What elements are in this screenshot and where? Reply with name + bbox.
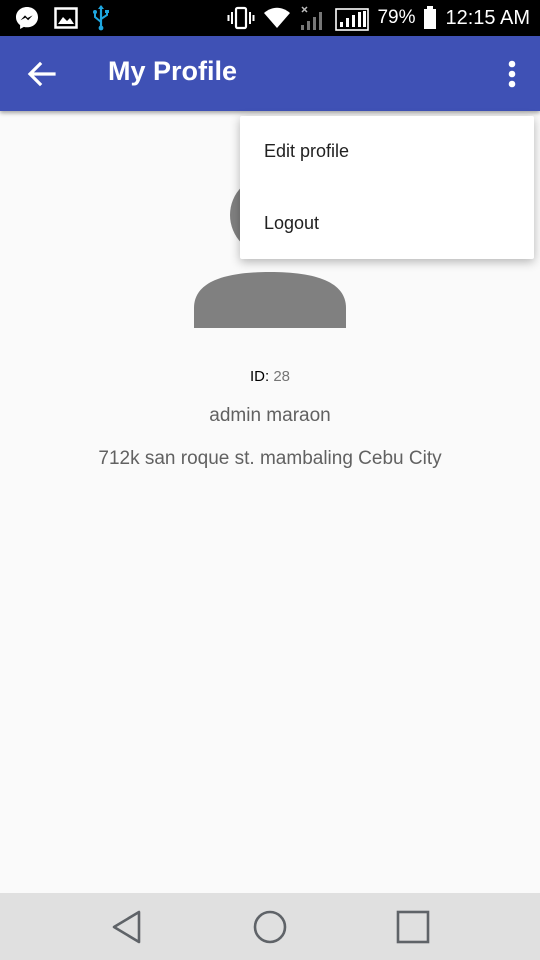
- status-left: [14, 5, 110, 31]
- page-title: My Profile: [108, 56, 238, 86]
- usb-icon: [93, 5, 109, 31]
- vibrate-icon: [227, 6, 255, 30]
- menu-item-edit-profile[interactable]: Edit profile: [240, 116, 534, 188]
- nav-back-button[interactable]: [107, 907, 147, 947]
- back-button[interactable]: [22, 54, 62, 94]
- menu-item-logout[interactable]: Logout: [240, 188, 534, 260]
- navigation-bar: [0, 893, 540, 960]
- nav-home-button[interactable]: [250, 907, 290, 947]
- id-value: 28: [273, 368, 291, 385]
- gallery-icon: [54, 7, 78, 29]
- arrow-back-icon: [27, 61, 56, 87]
- menu-item-label: Logout: [264, 213, 320, 233]
- recents-square-icon: [396, 910, 430, 944]
- profile-id: ID: 28: [0, 368, 540, 385]
- back-triangle-icon: [112, 910, 141, 944]
- overflow-menu: Edit profile Logout: [240, 116, 534, 259]
- status-right: 79% 12:15 AM: [227, 4, 530, 32]
- id-label: ID:: [249, 368, 270, 385]
- profile-name: admin maraon: [209, 405, 331, 426]
- messenger-icon: [16, 7, 38, 29]
- wifi-icon: [264, 7, 291, 28]
- nav-recents-button[interactable]: [393, 907, 433, 947]
- status-bar: 79% 12:15 AM: [0, 0, 540, 36]
- signal-no-service-icon: [301, 6, 323, 30]
- signal-icon: [335, 8, 370, 31]
- profile-address: 712k san roque st. mambaling Cebu City: [98, 448, 442, 469]
- more-vertical-icon: [508, 60, 516, 88]
- battery-icon: [424, 6, 437, 29]
- home-circle-icon: [253, 910, 287, 944]
- app-bar: My Profile: [0, 36, 540, 111]
- menu-item-label: Edit profile: [264, 141, 350, 161]
- battery-percent: 79%: [377, 7, 416, 28]
- clock: 12:15 AM: [445, 6, 530, 29]
- overflow-menu-button[interactable]: [502, 54, 522, 94]
